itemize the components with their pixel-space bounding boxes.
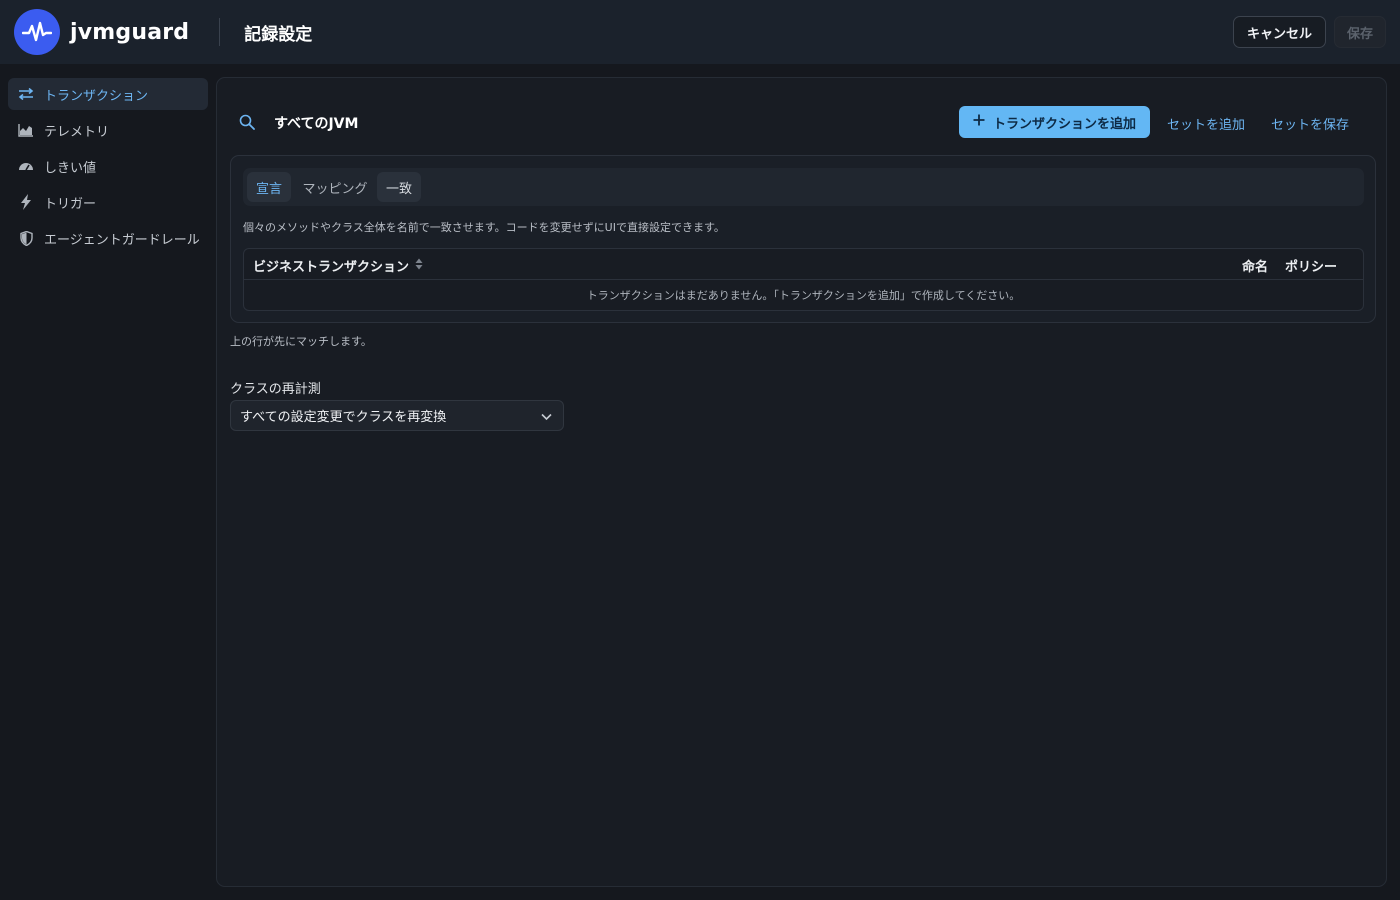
scope-title: すべてのJVM [274,116,359,132]
retransform-select[interactable]: すべての設定変更でクラスを再変換 [230,400,564,431]
retransform-selected-value: すべての設定変更でクラスを再変換 [240,410,447,425]
sidebar-item-transactions[interactable]: トランザクション [8,78,208,110]
tab-declaration[interactable]: 宣言 [247,172,291,202]
sidebar-item-label: トランザクション [44,88,149,104]
tab-mapping[interactable]: マッピング [297,172,373,202]
sidebar-item-telemetry[interactable]: テレメトリ [8,114,208,146]
retransform-label: クラスの再計測 [230,382,321,397]
add-transaction-button[interactable]: トランザクションを追加 [959,106,1150,138]
column-header-business-transaction[interactable]: ビジネストランザクション [253,256,423,275]
chevron-down-icon [541,410,552,425]
tab-match[interactable]: 一致 [377,172,421,202]
gauge-icon [18,158,34,174]
main-panel: すべてのJVM トランザクションを追加 セットを追加 セットを保存 宣言 マッピ… [216,77,1387,887]
table-empty-message: トランザクションはまだありません。「トランザクションを追加」で作成してください。 [586,289,1021,302]
sidebar-item-triggers[interactable]: トリガー [8,186,208,218]
sidebar-nav: トランザクション テレメトリ しきい値 トリガー エージェントガードレール [8,78,208,258]
add-set-button[interactable]: セットを追加 [1167,114,1245,133]
search-icon[interactable] [239,114,255,134]
save-button[interactable]: 保存 [1333,16,1386,48]
lightning-icon [18,194,34,210]
save-set-button[interactable]: セットを保存 [1271,114,1349,133]
brand-name: jvmguard [70,19,190,45]
sidebar-item-label: テレメトリ [44,124,110,140]
page-title: 記録設定 [244,24,313,45]
table-header: ビジネストランザクション 命名 ポリシー [244,249,1363,280]
arrows-transfer-icon [18,86,34,102]
sidebar-item-label: エージェントガードレール [44,232,200,248]
card-description: 個々のメソッドやクラス全体を名前で一致させます。コードを変更せずにUIで直接設定… [243,221,725,234]
cancel-button[interactable]: キャンセル [1232,16,1326,48]
sidebar-item-thresholds[interactable]: しきい値 [8,150,208,182]
pulse-logo-icon [14,9,60,55]
order-note: 上の行が先にマッチします。 [230,335,372,348]
transaction-table: ビジネストランザクション 命名 ポリシー トランザクションはまだありません。「ト… [243,248,1364,311]
header-actions: キャンセル 保存 [1232,16,1386,48]
sidebar-item-label: トリガー [44,196,97,212]
sidebar-item-label: しきい値 [44,160,97,176]
tab-bar: 宣言 マッピング 一致 [243,168,1364,206]
header-divider [219,18,221,46]
add-transaction-label: トランザクションを追加 [992,116,1136,132]
brand-logo[interactable]: jvmguard [14,9,189,55]
column-label: ビジネストランザクション [253,260,410,275]
sidebar-item-agent-guardrails[interactable]: エージェントガードレール [8,222,208,254]
sort-icon[interactable] [415,258,423,274]
app-header: jvmguard 記録設定 キャンセル 保存 [0,0,1400,64]
scope-toolbar: すべてのJVM トランザクションを追加 セットを追加 セットを保存 [217,106,1386,140]
column-header-policy: ポリシー [1285,260,1338,275]
column-header-naming: 命名 [1242,260,1269,275]
area-chart-icon [18,122,34,138]
transaction-card: 宣言 マッピング 一致 個々のメソッドやクラス全体を名前で一致させます。コードを… [230,155,1376,323]
plus-icon [973,114,985,130]
shield-icon [18,230,34,246]
